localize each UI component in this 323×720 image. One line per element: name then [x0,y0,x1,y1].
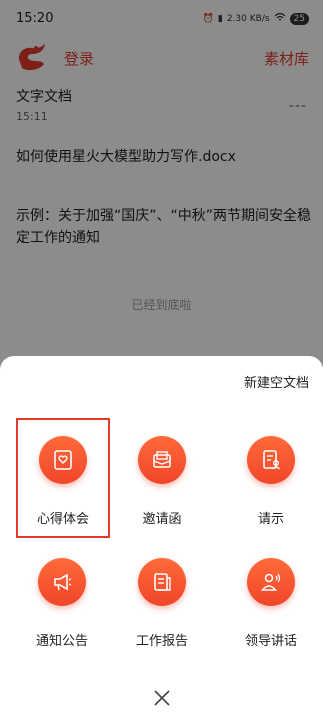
template-label: 请示 [257,512,284,527]
template-tile-invitation[interactable]: 邀请函 [115,418,209,538]
template-label: 工作报告 [135,634,188,649]
template-label: 邀请函 [142,512,182,527]
template-label: 通知公告 [35,634,88,649]
megaphone-icon [38,558,86,606]
template-tile-experience[interactable]: 心得体会 [16,418,110,538]
template-tile-leader-speech[interactable]: 领导讲话 [224,540,318,660]
template-tile-work-report[interactable]: 工作报告 [115,540,209,660]
speaker-icon [247,558,295,606]
heart-document-icon [39,436,87,484]
template-label: 领导讲话 [244,634,297,649]
document-person-icon [247,436,295,484]
new-blank-document-button[interactable]: 新建空文档 [244,372,309,391]
template-tile-notice[interactable]: 通知公告 [15,540,109,660]
close-icon[interactable] [152,688,172,708]
template-label: 心得体会 [36,512,89,527]
template-tile-request[interactable]: 请示 [224,418,318,538]
report-icon [138,558,186,606]
envelope-icon [138,436,186,484]
new-document-sheet: 新建空文档 心得体会 邀请函 请示 通知公告 工作报告 领导讲话 [0,356,323,720]
